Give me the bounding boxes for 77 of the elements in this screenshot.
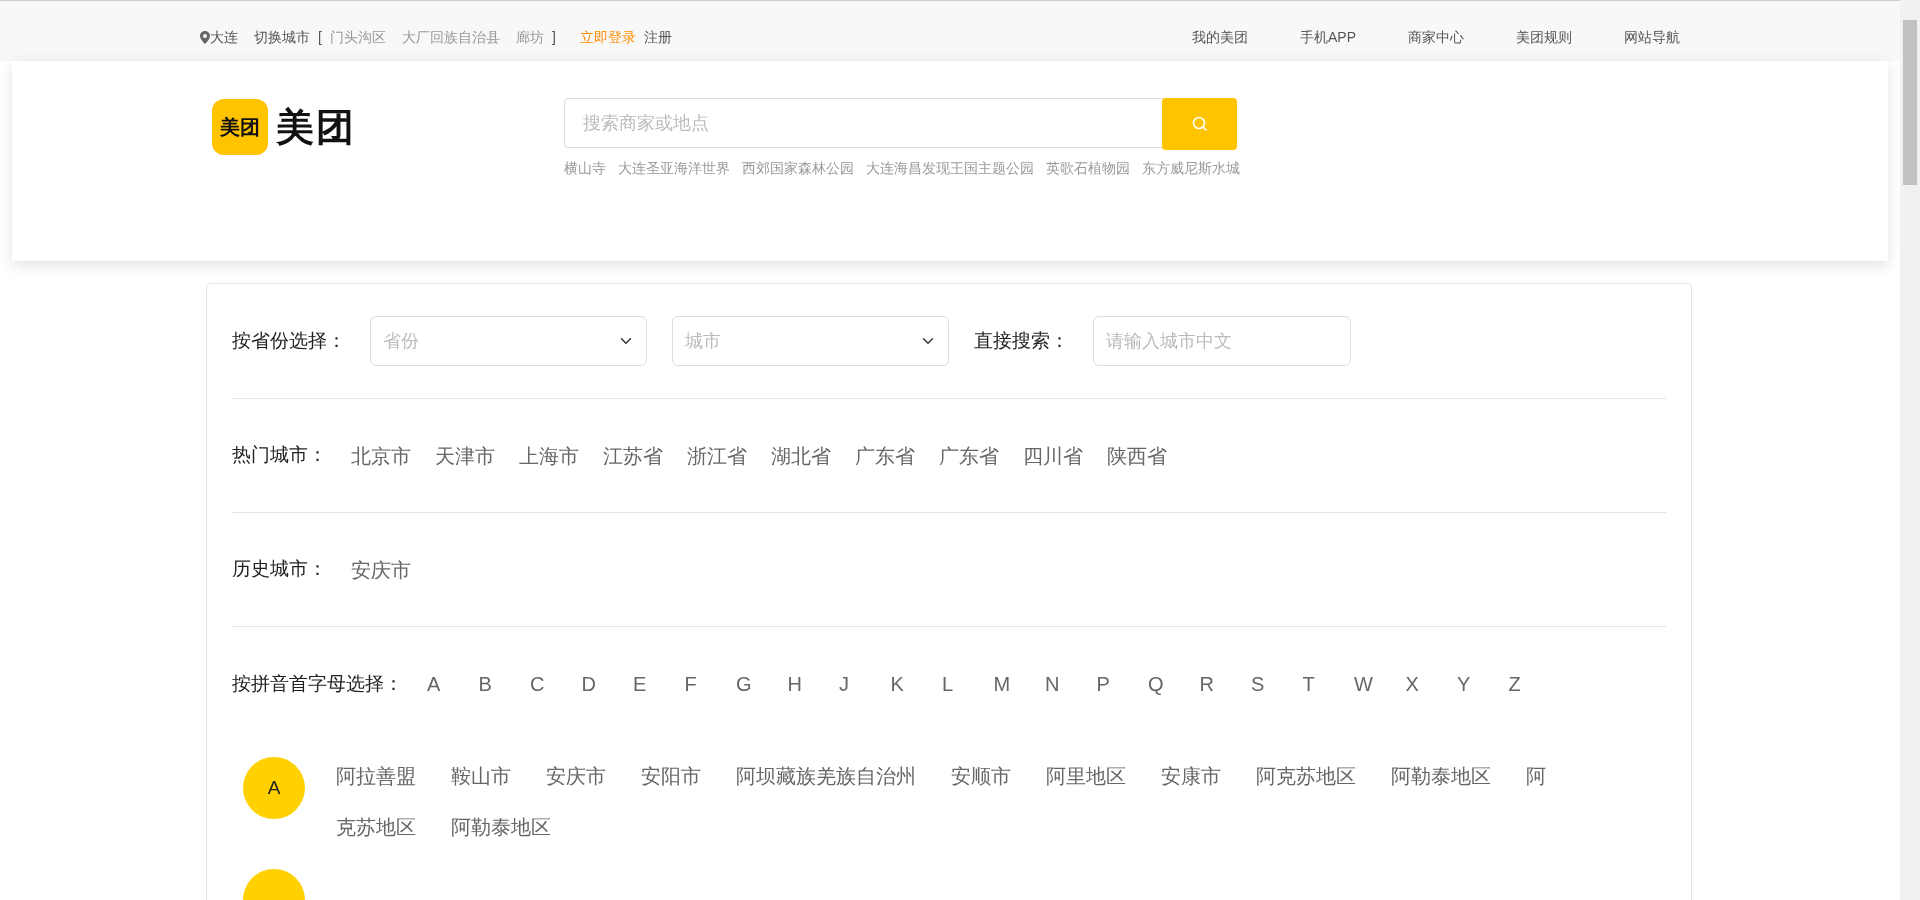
city-search-field[interactable]: 请输入城市中文 <box>1093 316 1351 366</box>
city-link[interactable]: 克苏地区 <box>336 816 416 838</box>
city-link[interactable]: 鞍山市 <box>451 765 511 787</box>
city-link[interactable]: 安顺市 <box>951 765 1011 787</box>
city-link[interactable]: 安康市 <box>1161 765 1221 787</box>
letter-link[interactable]: W <box>1354 669 1406 699</box>
search-button[interactable] <box>1162 98 1237 150</box>
city-link[interactable]: 北京市 <box>351 440 411 471</box>
top-nav-link[interactable]: 手机APP <box>1296 26 1356 48</box>
letter-badge: A <box>243 757 305 819</box>
city-link[interactable]: 上海市 <box>519 440 579 471</box>
letter-link[interactable]: F <box>684 669 736 699</box>
city-link[interactable]: 四川省 <box>1023 440 1083 471</box>
filter-label: 按拼音首字母选择： <box>232 671 403 696</box>
top-nav-link[interactable]: 美团规则 <box>1512 26 1572 48</box>
logo-badge[interactable]: 美团 <box>212 99 268 155</box>
hot-search-link[interactable]: 西郊国家森林公园 <box>742 158 854 179</box>
hot-search-link[interactable]: 横山寺 <box>564 158 606 179</box>
bracket: ] <box>551 27 556 47</box>
top-nav-link[interactable]: 我的美团 <box>1188 26 1248 48</box>
register-link[interactable]: 注册 <box>643 26 672 48</box>
hot-search-link[interactable]: 东方威尼斯水城 <box>1142 158 1240 179</box>
letter-link[interactable]: A <box>427 669 479 699</box>
scrollbar-thumb[interactable] <box>1903 20 1917 185</box>
city-link[interactable]: 陕西省 <box>1107 440 1167 471</box>
city-link[interactable]: 天津市 <box>435 440 495 471</box>
letter-link[interactable]: H <box>787 669 839 699</box>
switch-city-link[interactable]: 切换城市 <box>254 26 310 48</box>
letter-link[interactable]: P <box>1096 669 1148 699</box>
city-link[interactable]: 广东省 <box>855 440 915 471</box>
letter-link[interactable]: S <box>1251 669 1303 699</box>
city-link[interactable]: 广东省 <box>939 440 999 471</box>
filter-label: 历史城市： <box>232 557 327 582</box>
top-nav-link[interactable]: 商家中心 <box>1404 26 1464 48</box>
city-link[interactable]: 安庆市 <box>351 554 411 585</box>
location-pin-icon <box>200 30 210 44</box>
search-icon <box>1191 116 1208 132</box>
city-link[interactable]: 阿坝藏族羌族自治州 <box>736 765 916 787</box>
letter-link[interactable]: Z <box>1508 669 1560 699</box>
letter-link[interactable]: M <box>993 669 1045 699</box>
letter-link[interactable]: L <box>942 669 994 699</box>
filter-label: 直接搜索： <box>974 328 1069 353</box>
letter-link[interactable]: Y <box>1457 669 1509 699</box>
scrollbar[interactable] <box>1900 0 1920 900</box>
letter-link[interactable]: R <box>1199 669 1251 699</box>
city-link[interactable]: 阿里地区 <box>1046 765 1126 787</box>
city-link[interactable]: 湖北省 <box>771 440 831 471</box>
city-link[interactable]: 阿拉善盟 <box>336 765 416 787</box>
letter-link[interactable]: T <box>1302 669 1354 699</box>
letter-link[interactable]: B <box>478 669 530 699</box>
letter-link[interactable]: Q <box>1148 669 1200 699</box>
search-field[interactable]: 搜索商家或地点 <box>564 98 1164 148</box>
city-link[interactable]: 安阳市 <box>641 765 701 787</box>
logo-text[interactable]: 美团 <box>276 98 356 156</box>
city-link[interactable]: 阿 <box>1526 765 1546 787</box>
letter-link[interactable]: K <box>890 669 942 699</box>
current-city[interactable]: 大连 <box>210 26 238 48</box>
city-link[interactable]: 江苏省 <box>603 440 663 471</box>
city-link[interactable]: 阿勒泰地区 <box>451 816 551 838</box>
letter-link[interactable]: G <box>736 669 788 699</box>
hot-search-link[interactable]: 英歌石植物园 <box>1046 158 1130 179</box>
city-link[interactable]: 阿勒泰地区 <box>1391 765 1491 787</box>
hot-search-link[interactable]: 大连圣亚海洋世界 <box>618 158 730 179</box>
bracket: [ <box>318 27 322 47</box>
city-link[interactable]: 阿克苏地区 <box>1256 765 1356 787</box>
letter-link[interactable]: D <box>581 669 633 699</box>
filter-label: 热门城市： <box>232 443 327 468</box>
top-nav-link[interactable]: 网站导航 <box>1620 26 1680 48</box>
letter-link[interactable]: X <box>1405 669 1457 699</box>
letter-link[interactable]: E <box>633 669 685 699</box>
filter-label: 按省份选择： <box>232 328 346 353</box>
letter-link[interactable]: N <box>1045 669 1097 699</box>
hot-search-link[interactable]: 大连海昌发现王国主题公园 <box>866 158 1034 179</box>
letter-link[interactable]: C <box>530 669 582 699</box>
city-link[interactable]: 浙江省 <box>687 440 747 471</box>
letter-link[interactable]: J <box>839 669 891 699</box>
city-link[interactable]: 安庆市 <box>546 765 606 787</box>
